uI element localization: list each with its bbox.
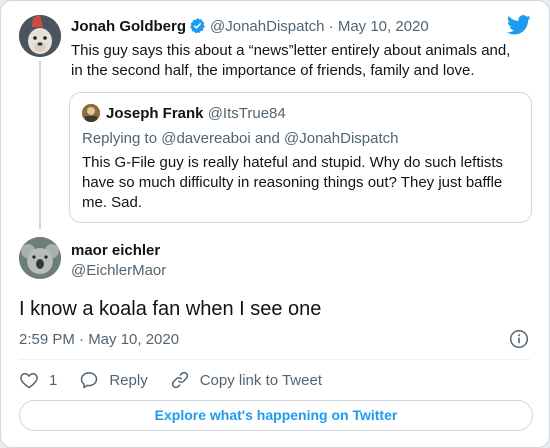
quoted-tweet[interactable]: Joseph Frank @ItsTrue84 Replying to @dav… bbox=[69, 92, 532, 223]
author-name-text: maor eichler bbox=[71, 242, 161, 259]
reply-button[interactable]: Reply bbox=[79, 370, 148, 390]
separator-dot: · bbox=[328, 18, 334, 35]
avatar-jonah[interactable] bbox=[19, 15, 61, 57]
info-icon[interactable] bbox=[509, 329, 529, 349]
quoted-tweet-header: Joseph Frank @ItsTrue84 bbox=[82, 104, 286, 124]
thread-connector-line bbox=[39, 61, 41, 229]
quoted-tweet-text: This G-File guy is really hateful and st… bbox=[82, 154, 504, 211]
verified-badge-icon bbox=[190, 18, 205, 34]
koala-avatar-icon bbox=[19, 237, 61, 279]
replying-to-text: Replying to @davereaboi and @JonahDispat… bbox=[82, 130, 399, 147]
quoted-author-name: Joseph Frank bbox=[106, 105, 204, 122]
tweet-date[interactable]: May 10, 2020 bbox=[338, 18, 429, 35]
divider bbox=[19, 359, 531, 360]
quoted-author-handle: @ItsTrue84 bbox=[207, 105, 286, 122]
first-tweet-header: Jonah Goldberg @JonahDispatch · May 10, 2… bbox=[71, 17, 529, 37]
person-avatar-icon bbox=[82, 104, 100, 122]
dog-avatar-icon bbox=[19, 15, 61, 57]
copy-link-label: Copy link to Tweet bbox=[199, 371, 322, 389]
link-icon bbox=[171, 371, 188, 389]
twitter-bird-icon[interactable] bbox=[507, 15, 531, 35]
speech-bubble-icon bbox=[81, 372, 98, 389]
main-tweet-timestamp[interactable]: 2:59 PM · May 10, 2020 bbox=[19, 330, 179, 350]
author-handle[interactable]: @JonahDispatch bbox=[210, 18, 324, 35]
tweet-actions: 1 Reply Copy link to Tweet bbox=[19, 369, 344, 391]
tweet-embed-card: Jonah Goldberg @JonahDispatch · May 10, 2… bbox=[0, 0, 550, 448]
main-tweet-author-name[interactable]: maor eichler bbox=[71, 241, 160, 261]
avatar-joseph bbox=[82, 104, 100, 122]
like-count: 1 bbox=[49, 371, 58, 389]
avatar-maor[interactable] bbox=[19, 237, 61, 279]
first-tweet-text: This guy says this about a “news”letter … bbox=[71, 42, 511, 79]
main-tweet-text: I know a koala fan when I see one bbox=[19, 298, 322, 320]
heart-icon bbox=[20, 373, 38, 389]
like-button[interactable]: 1 bbox=[19, 370, 57, 390]
explore-twitter-button[interactable]: Explore what's happening on Twitter bbox=[19, 400, 533, 431]
copy-link-button[interactable]: Copy link to Tweet bbox=[170, 370, 322, 390]
reply-label: Reply bbox=[109, 371, 148, 389]
author-name[interactable]: Jonah Goldberg bbox=[71, 18, 186, 35]
main-tweet-author-handle[interactable]: @EichlerMaor bbox=[71, 261, 166, 281]
